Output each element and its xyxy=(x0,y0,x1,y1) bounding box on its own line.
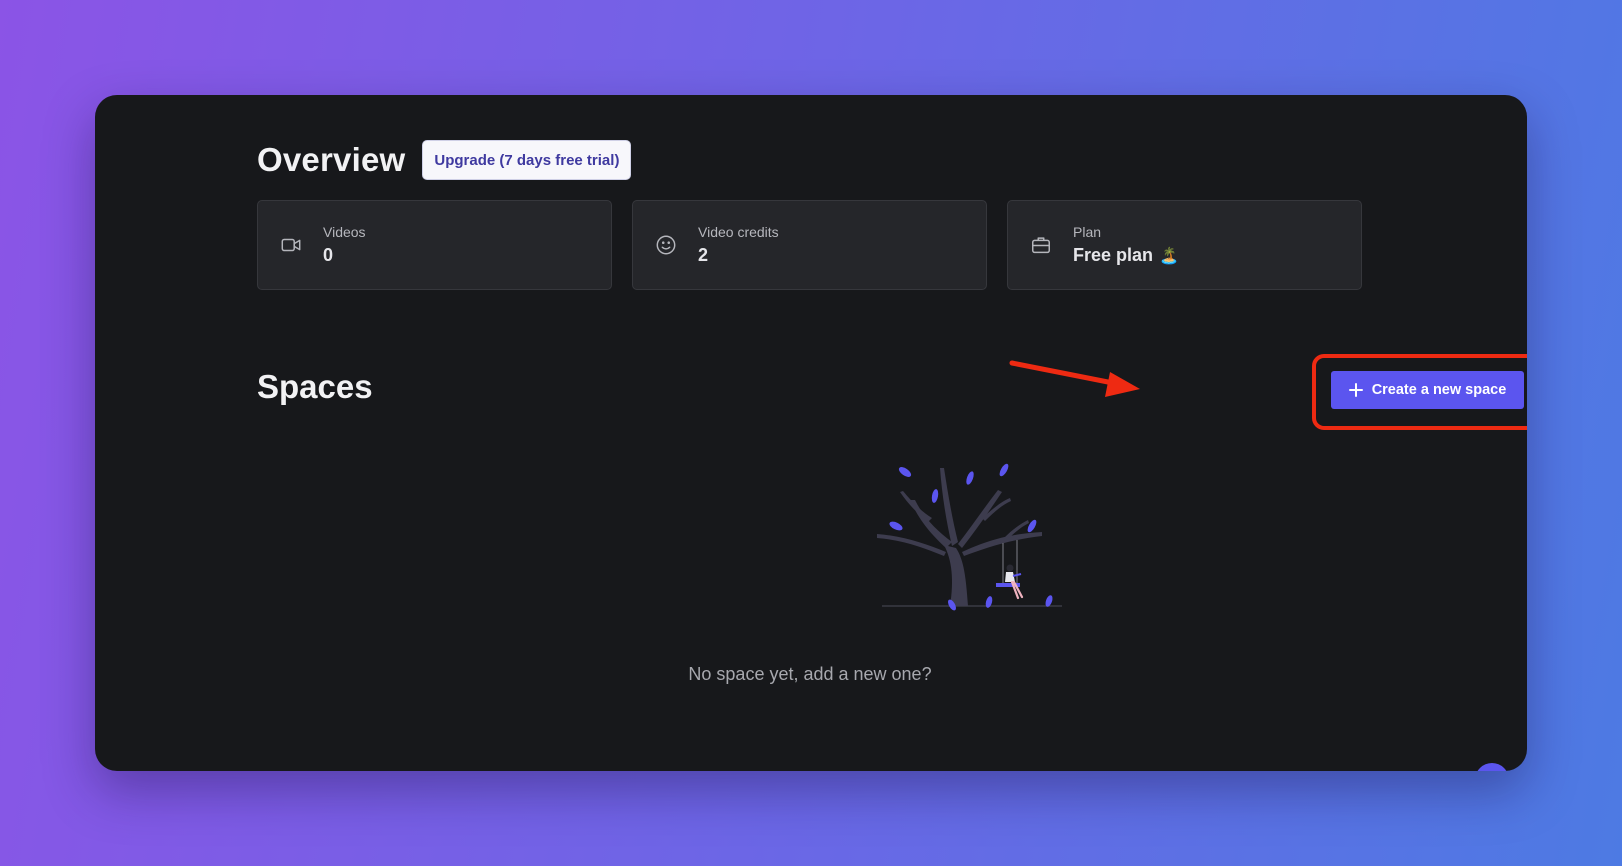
dashboard-content: Overview Upgrade (7 days free trial) Vid… xyxy=(257,95,1527,771)
stat-value: 0 xyxy=(323,245,334,265)
stat-label: Video credits xyxy=(698,224,779,240)
stat-card-videos: Videos 0 xyxy=(257,200,612,290)
plus-icon xyxy=(1348,383,1363,397)
smiley-face-icon xyxy=(655,234,677,256)
video-camera-icon xyxy=(280,234,302,256)
empty-state-text: No space yet, add a new one? xyxy=(688,664,932,684)
stat-card-plan: Plan Free plan 🏝️ xyxy=(1007,200,1362,290)
overview-title: Overview xyxy=(257,141,406,178)
chat-widget-button[interactable] xyxy=(1475,763,1509,771)
stat-label: Plan xyxy=(1073,224,1102,240)
overview-header: Overview Upgrade (7 days free trial) xyxy=(257,140,632,180)
stat-value: Free plan xyxy=(1073,245,1154,265)
empty-tree-illustration xyxy=(877,463,1062,611)
briefcase-icon xyxy=(1030,234,1052,256)
create-space-button[interactable]: Create a new space xyxy=(1331,371,1524,409)
stat-card-video-credits: Video credits 2 xyxy=(632,200,987,290)
stat-value: 2 xyxy=(698,245,709,265)
create-space-label: Create a new space xyxy=(1371,382,1507,398)
dashboard-window: Overview Upgrade (7 days free trial) Vid… xyxy=(95,95,1527,771)
stats-cards: Videos 0 Video credits 2 Plan Free plan … xyxy=(257,200,1363,290)
plan-value: Free plan 🏝️ xyxy=(1073,245,1179,266)
upgrade-button[interactable]: Upgrade (7 days free trial) xyxy=(422,140,632,180)
stat-label: Videos xyxy=(323,224,366,240)
island-emoji: 🏝️ xyxy=(1159,247,1179,265)
spaces-title: Spaces xyxy=(257,368,373,405)
